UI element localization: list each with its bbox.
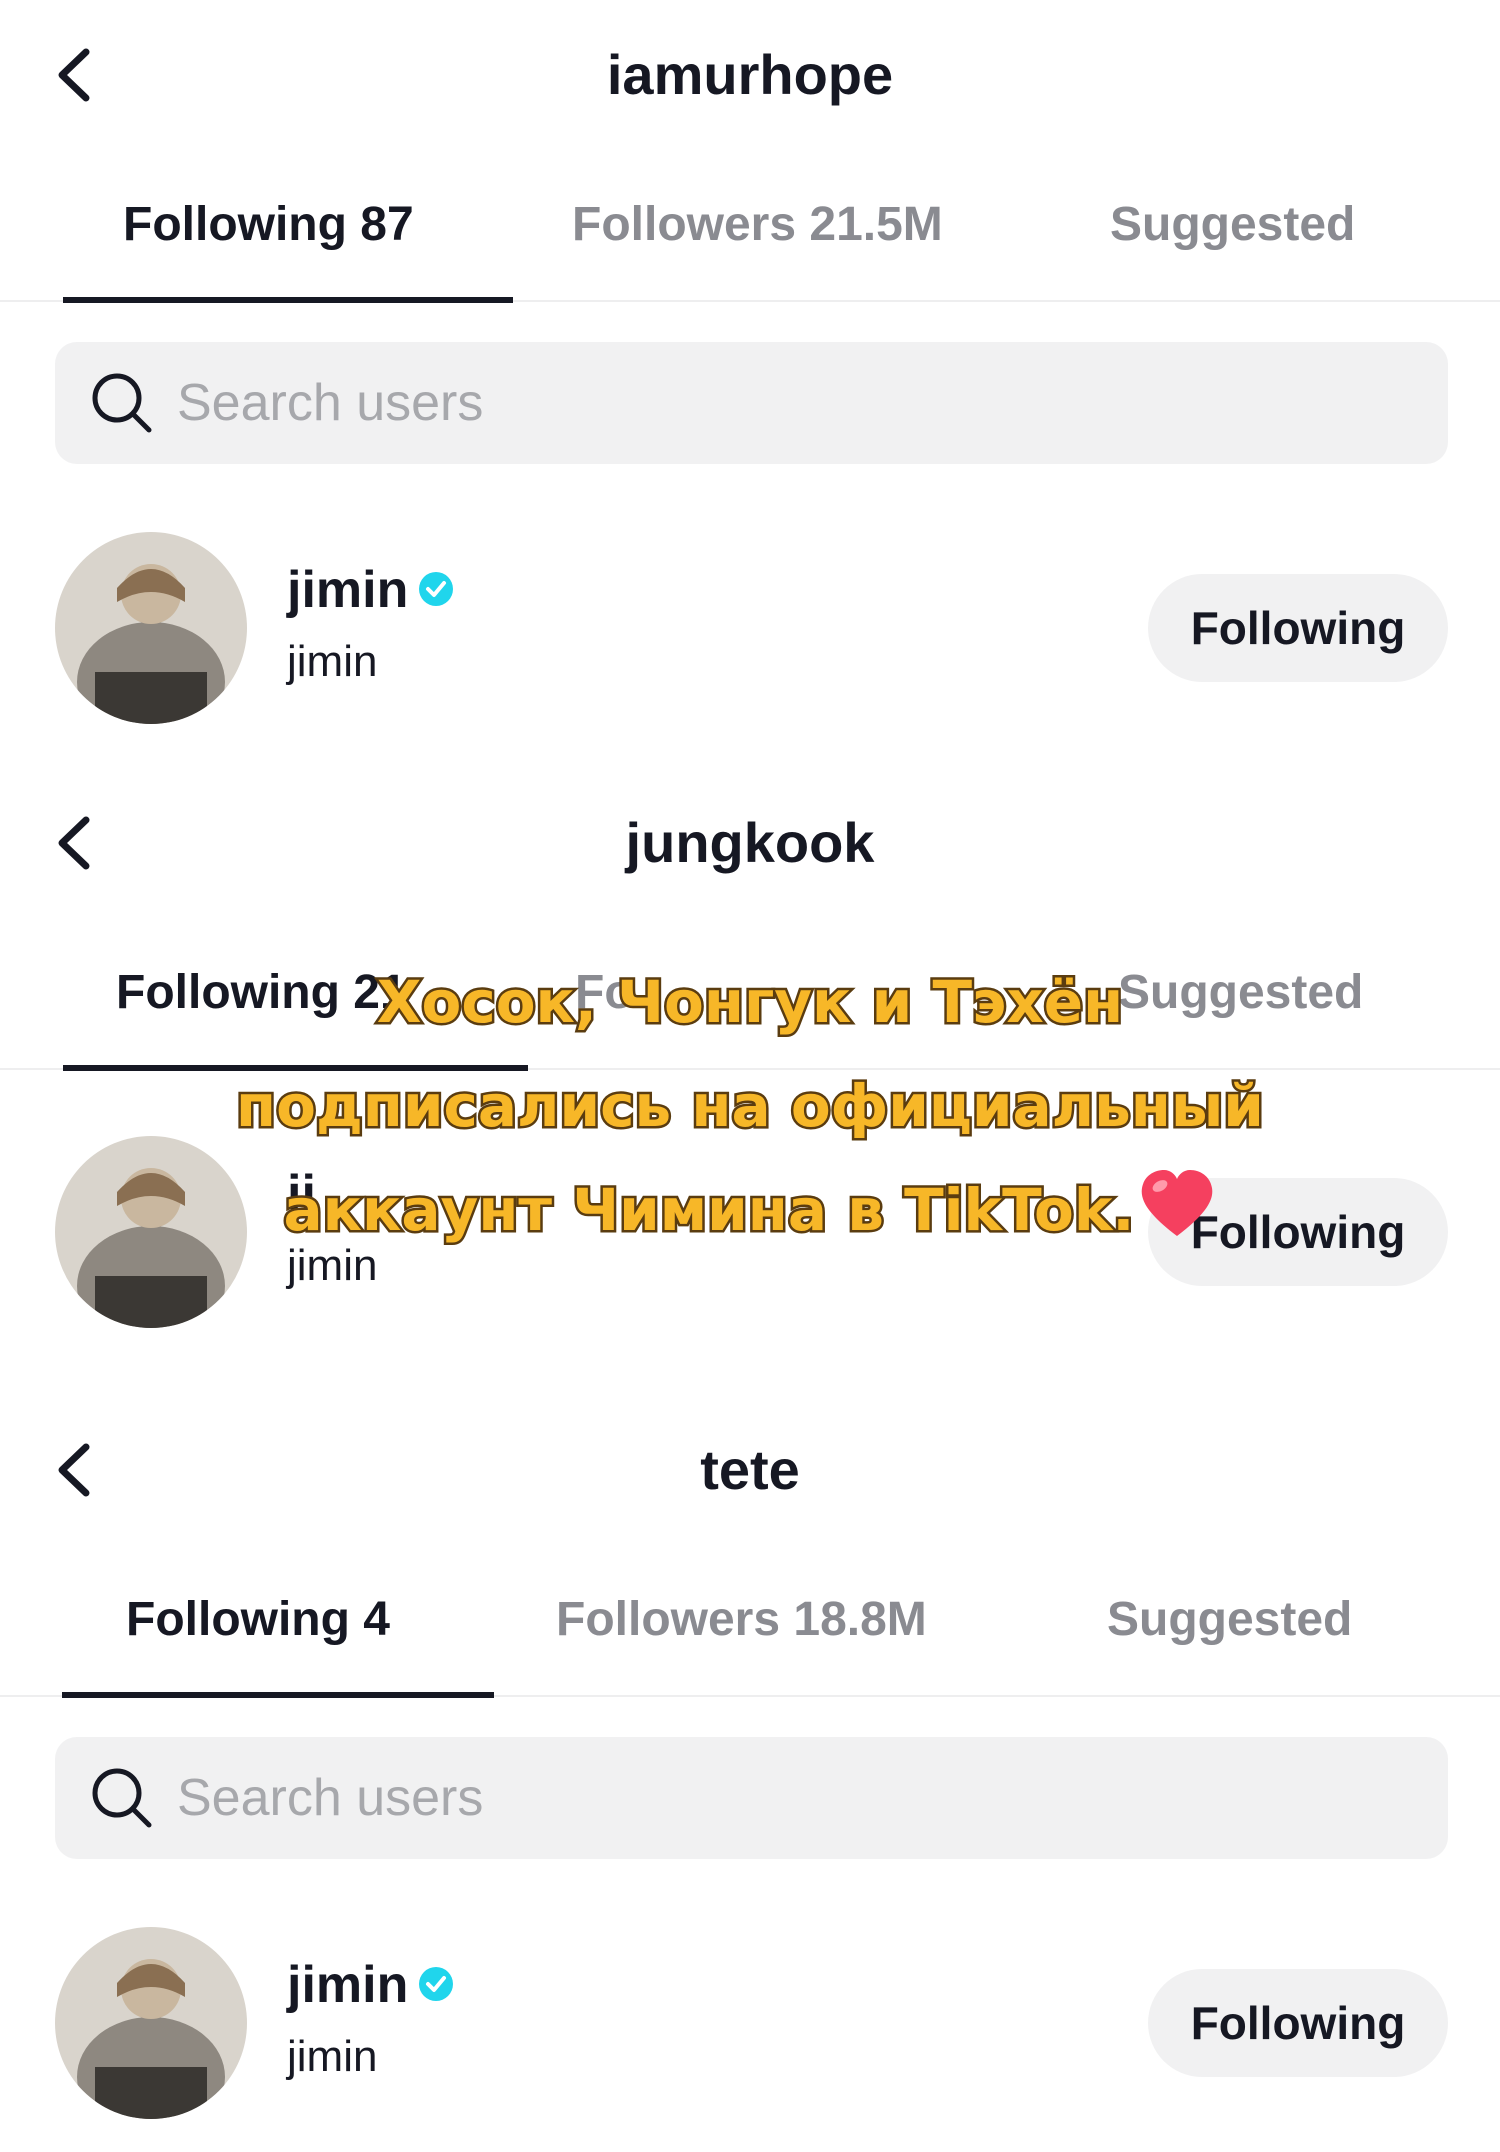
- header: iamurhope: [0, 0, 1500, 150]
- search-icon: [92, 373, 152, 433]
- caption-line-3-wrap: аккаунт Чимина в TikTok.: [200, 1158, 1300, 1262]
- search-bar: [55, 1737, 1448, 1859]
- tab-following-label: Following 87: [123, 198, 414, 251]
- search-input[interactable]: [177, 1737, 1377, 1859]
- tab-suggested[interactable]: Suggested: [1110, 185, 1355, 300]
- tab-followers-label: Followers 18.8M: [556, 1593, 927, 1646]
- search-bar: [55, 342, 1448, 464]
- avatar-photo: [55, 1927, 247, 2119]
- page-title: jungkook: [625, 811, 875, 874]
- caption-line-3: аккаунт Чимина в TikTok.: [281, 1174, 1137, 1247]
- verified-badge-icon: [419, 1967, 454, 2002]
- back-button[interactable]: [46, 1435, 106, 1505]
- chevron-left-icon: [58, 816, 90, 870]
- tab-following-label: Following 4: [126, 1593, 390, 1646]
- tab-active-indicator: [63, 297, 513, 303]
- page-title: iamurhope: [606, 43, 894, 106]
- tab-suggested-label: Suggested: [1107, 1593, 1353, 1646]
- page-title: tete: [700, 1438, 800, 1501]
- profile-panel-iamurhope: iamurhope Following 87 Followers 21.5M S…: [0, 0, 1500, 760]
- list-item-user: jimin jimin Following: [0, 532, 1500, 732]
- tab-suggested-label: Suggested: [1110, 198, 1356, 251]
- search-icon: [92, 1768, 152, 1828]
- username[interactable]: jimin: [287, 1955, 454, 2015]
- header: jungkook: [0, 768, 1500, 918]
- username-text: jimin: [287, 561, 409, 619]
- back-button[interactable]: [46, 808, 106, 878]
- avatar[interactable]: [55, 532, 247, 724]
- back-button[interactable]: [46, 40, 106, 110]
- tab-following[interactable]: Following 4: [62, 1580, 494, 1698]
- following-button[interactable]: Following: [1148, 1969, 1448, 2077]
- tab-bar: Following 87 Followers 21.5M Suggested: [0, 185, 1500, 303]
- caption-overlay: Хосок, Чонгук и Тэхён подписались на офи…: [200, 950, 1300, 1262]
- header: tete: [0, 1395, 1500, 1545]
- heart-icon: [1142, 1169, 1213, 1236]
- verified-badge-icon: [419, 572, 454, 607]
- profile-panel-tete: tete Following 4 Followers 18.8M Suggest…: [0, 1395, 1500, 2152]
- chevron-left-icon: [58, 48, 90, 102]
- nickname: jimin: [287, 2032, 378, 2081]
- tab-following[interactable]: Following 87: [63, 185, 513, 303]
- tab-followers[interactable]: Followers 18.8M: [556, 1580, 927, 1695]
- avatar[interactable]: [55, 1927, 247, 2119]
- nickname: jimin: [287, 637, 378, 686]
- following-button[interactable]: Following: [1148, 574, 1448, 682]
- tab-followers[interactable]: Followers 21.5M: [572, 185, 943, 300]
- list-item-user: jimin jimin Following: [0, 1927, 1500, 2127]
- tab-bar: Following 4 Followers 18.8M Suggested: [0, 1580, 1500, 1698]
- search-input[interactable]: [177, 342, 1377, 464]
- username[interactable]: jimin: [287, 560, 454, 620]
- tab-active-indicator: [62, 1692, 494, 1698]
- tab-suggested[interactable]: Suggested: [1107, 1580, 1352, 1695]
- username-text: jimin: [287, 1956, 409, 2014]
- caption-line-1: Хосок, Чонгук и Тэхён: [374, 966, 1125, 1039]
- avatar-photo: [55, 532, 247, 724]
- tab-followers-label: Followers 21.5M: [572, 198, 943, 251]
- caption-line-2: подписались на официальный: [234, 1070, 1267, 1143]
- chevron-left-icon: [58, 1443, 90, 1497]
